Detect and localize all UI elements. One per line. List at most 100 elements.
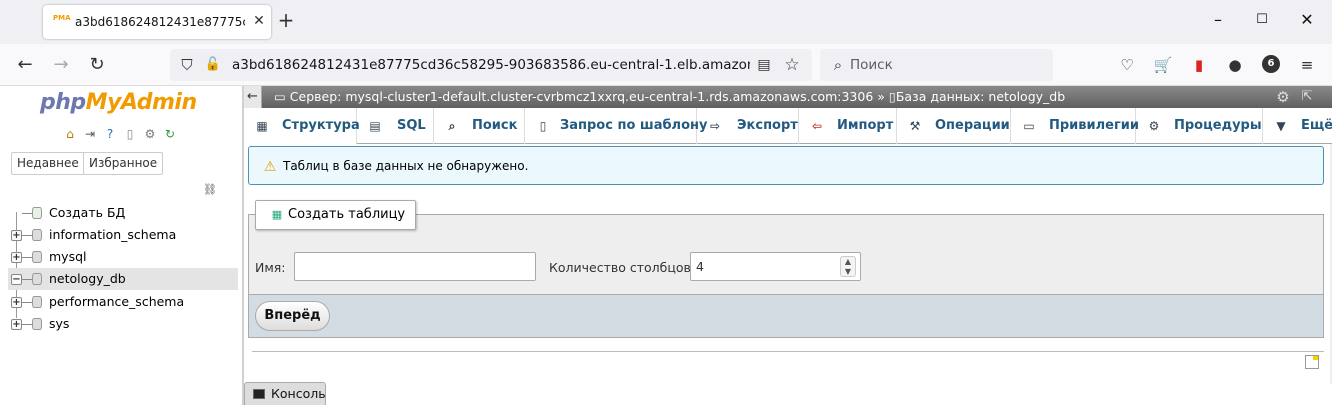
no-tables-notice: ⚠ Таблиц в базе данных не обнаружено. — [248, 146, 1324, 185]
recent-button[interactable]: Недавнее — [11, 152, 85, 175]
extension-icon[interactable]: ● — [1225, 55, 1245, 75]
forward-button[interactable]: → — [50, 54, 72, 76]
collapse-nav-icon[interactable]: ← — [244, 86, 262, 108]
maximize-button[interactable]: ☐ — [1254, 12, 1270, 28]
docs-icon[interactable]: ▯ — [122, 126, 138, 142]
shield-icon[interactable]: ⛉ — [178, 56, 196, 74]
phpmyadmin-logo[interactable]: phpMyAdmin — [40, 90, 197, 115]
menu-icon[interactable]: ≡ — [1297, 55, 1317, 75]
collapse-topbar-icon[interactable]: ⇱ — [1298, 88, 1316, 106]
database-icon — [32, 318, 42, 330]
tab-more[interactable]: ▼ Ещё — [1263, 108, 1332, 144]
collapse-icon[interactable]: − — [11, 274, 22, 285]
pocket-icon[interactable]: ♡ — [1117, 55, 1137, 75]
tab-operations[interactable]: ⚒ Операции — [897, 108, 1011, 144]
browser-titlebar: PMA a3bd618624812431e87775cd36c ✕ + – ☐ … — [0, 0, 1332, 44]
expand-icon[interactable]: + — [11, 230, 22, 241]
tab-routines[interactable]: ⚙ Процедуры — [1136, 108, 1263, 144]
warning-icon: ⚠ — [263, 159, 277, 175]
logo-php: php — [40, 90, 86, 115]
create-table-footer — [248, 294, 1324, 338]
notice-text: Таблиц в базе данных не обнаружено. — [283, 159, 529, 173]
tree-item-performance-schema[interactable]: + performance_schema — [8, 291, 238, 313]
tree-item-mysql[interactable]: + mysql — [8, 246, 238, 268]
breadcrumb-separator: » — [877, 89, 885, 104]
sticky-note-icon[interactable] — [1305, 355, 1319, 369]
reload-nav-icon[interactable]: ↻ — [162, 126, 178, 142]
breadcrumb-server[interactable]: Сервер: mysql-cluster1-default.cluster-c… — [290, 89, 874, 104]
tree-item-netology-db[interactable]: − netology_db — [8, 268, 238, 290]
menu-tabs: ▦ Структура ▤ SQL ⌕ Поиск ▯ Запрос по шаблон… — [244, 108, 1332, 144]
table-add-icon: ▦ — [271, 208, 283, 221]
url-text[interactable]: a3bd618624812431e87775cd36c58295-9036835… — [232, 57, 750, 73]
search-bar[interactable]: ⌕ Поиск — [820, 49, 1053, 81]
columns-count-input[interactable]: 4 ▲ ▼ — [690, 252, 861, 281]
breadcrumb-database[interactable]: База данных: netology_db — [896, 89, 1065, 104]
help-icon[interactable]: ? — [102, 126, 118, 142]
extensions-badge[interactable]: 6 — [1262, 55, 1280, 73]
tree-item-sys[interactable]: + sys — [8, 313, 238, 335]
routines-icon: ⚙ — [1148, 119, 1160, 133]
new-tab-button[interactable]: + — [276, 10, 296, 30]
database-icon — [32, 273, 42, 285]
expand-icon[interactable]: + — [11, 319, 22, 330]
tree-item-label[interactable]: performance_schema — [49, 294, 184, 309]
settings-icon[interactable]: ⚙ — [142, 126, 158, 142]
favorites-button[interactable]: Избранное — [83, 152, 164, 175]
columns-count-value[interactable]: 4 — [696, 259, 704, 274]
home-icon[interactable]: ⌂ — [62, 126, 78, 142]
cart-extension-icon[interactable]: 🛒 — [1153, 55, 1173, 75]
database-icon: ▯ — [888, 89, 896, 104]
minimize-button[interactable]: – — [1210, 12, 1226, 28]
tab-query[interactable]: ▯ Запрос по шаблону — [525, 108, 707, 144]
bookmark-extension-icon[interactable]: ▮ — [1189, 55, 1209, 75]
create-table-legend: ▦ Создать таблицу — [255, 200, 417, 230]
breadcrumb: ▭ Сервер: mysql-cluster1-default.cluster… — [274, 89, 1065, 104]
tree-item-label[interactable]: Создать БД — [49, 205, 125, 220]
server-breadcrumb-bar: ← ▭ Сервер: mysql-cluster1-default.clust… — [244, 86, 1332, 108]
tree-item-label[interactable]: information_schema — [49, 227, 176, 242]
tab-search[interactable]: ⌕ Поиск — [434, 108, 525, 144]
tree-item-create-db[interactable]: Создать БД — [8, 202, 238, 224]
database-icon — [32, 229, 42, 241]
tab-export[interactable]: ⇨ Экспорт — [697, 108, 799, 144]
console-tab[interactable]: Консоль — [244, 382, 326, 405]
tab-privileges[interactable]: ▭ Привилегии — [1011, 108, 1139, 144]
tab-structure[interactable]: ▦ Структура — [244, 108, 360, 144]
tab-label: Импорт — [837, 118, 894, 133]
tree-item-information-schema[interactable]: + information_schema — [8, 224, 238, 246]
close-tab-icon[interactable]: ✕ — [250, 12, 268, 30]
tab-title: a3bd618624812431e87775cd36c — [75, 15, 245, 29]
back-button[interactable]: ← — [14, 54, 36, 76]
caret-down-icon: ▼ — [1276, 119, 1286, 133]
close-window-button[interactable]: ✕ — [1299, 12, 1315, 28]
tree-item-label[interactable]: netology_db — [49, 271, 126, 286]
tab-label: Структура — [282, 118, 360, 133]
divider — [252, 351, 1324, 352]
reload-button[interactable]: ↻ — [86, 54, 108, 76]
number-spinner-icon[interactable]: ▲ ▼ — [840, 256, 856, 277]
tree-connector — [22, 302, 32, 303]
tree-item-label[interactable]: sys — [49, 316, 69, 331]
insecure-lock-icon[interactable]: 🔓 — [204, 56, 222, 74]
tab-label: Поиск — [472, 118, 518, 133]
browser-tab[interactable]: PMA a3bd618624812431e87775cd36c ✕ — [43, 5, 271, 39]
tab-sql[interactable]: ▤ SQL — [357, 108, 434, 144]
go-button[interactable]: Вперёд — [255, 301, 330, 331]
server-icon: ▭ — [274, 89, 290, 104]
tab-label: SQL — [397, 118, 426, 133]
logout-icon[interactable]: ⇥ — [82, 126, 98, 142]
table-name-input[interactable] — [294, 252, 536, 281]
reader-view-icon[interactable]: ▤ — [755, 56, 773, 74]
bookmark-star-icon[interactable]: ☆ — [782, 55, 802, 75]
console-label: Консоль — [271, 386, 326, 401]
tree-connector — [22, 324, 32, 325]
expand-icon[interactable]: + — [11, 297, 22, 308]
tab-import[interactable]: ⇦ Импорт — [799, 108, 897, 144]
phpmyadmin-favicon-icon: PMA — [53, 14, 71, 22]
link-with-main-panel-icon[interactable]: ⛓ — [203, 184, 217, 196]
tree-item-label[interactable]: mysql — [49, 249, 87, 264]
address-bar[interactable]: ⛉ 🔓 a3bd618624812431e87775cd36c58295-903… — [170, 49, 812, 81]
page-settings-icon[interactable]: ⚙ — [1274, 88, 1292, 106]
expand-icon[interactable]: + — [11, 252, 22, 263]
